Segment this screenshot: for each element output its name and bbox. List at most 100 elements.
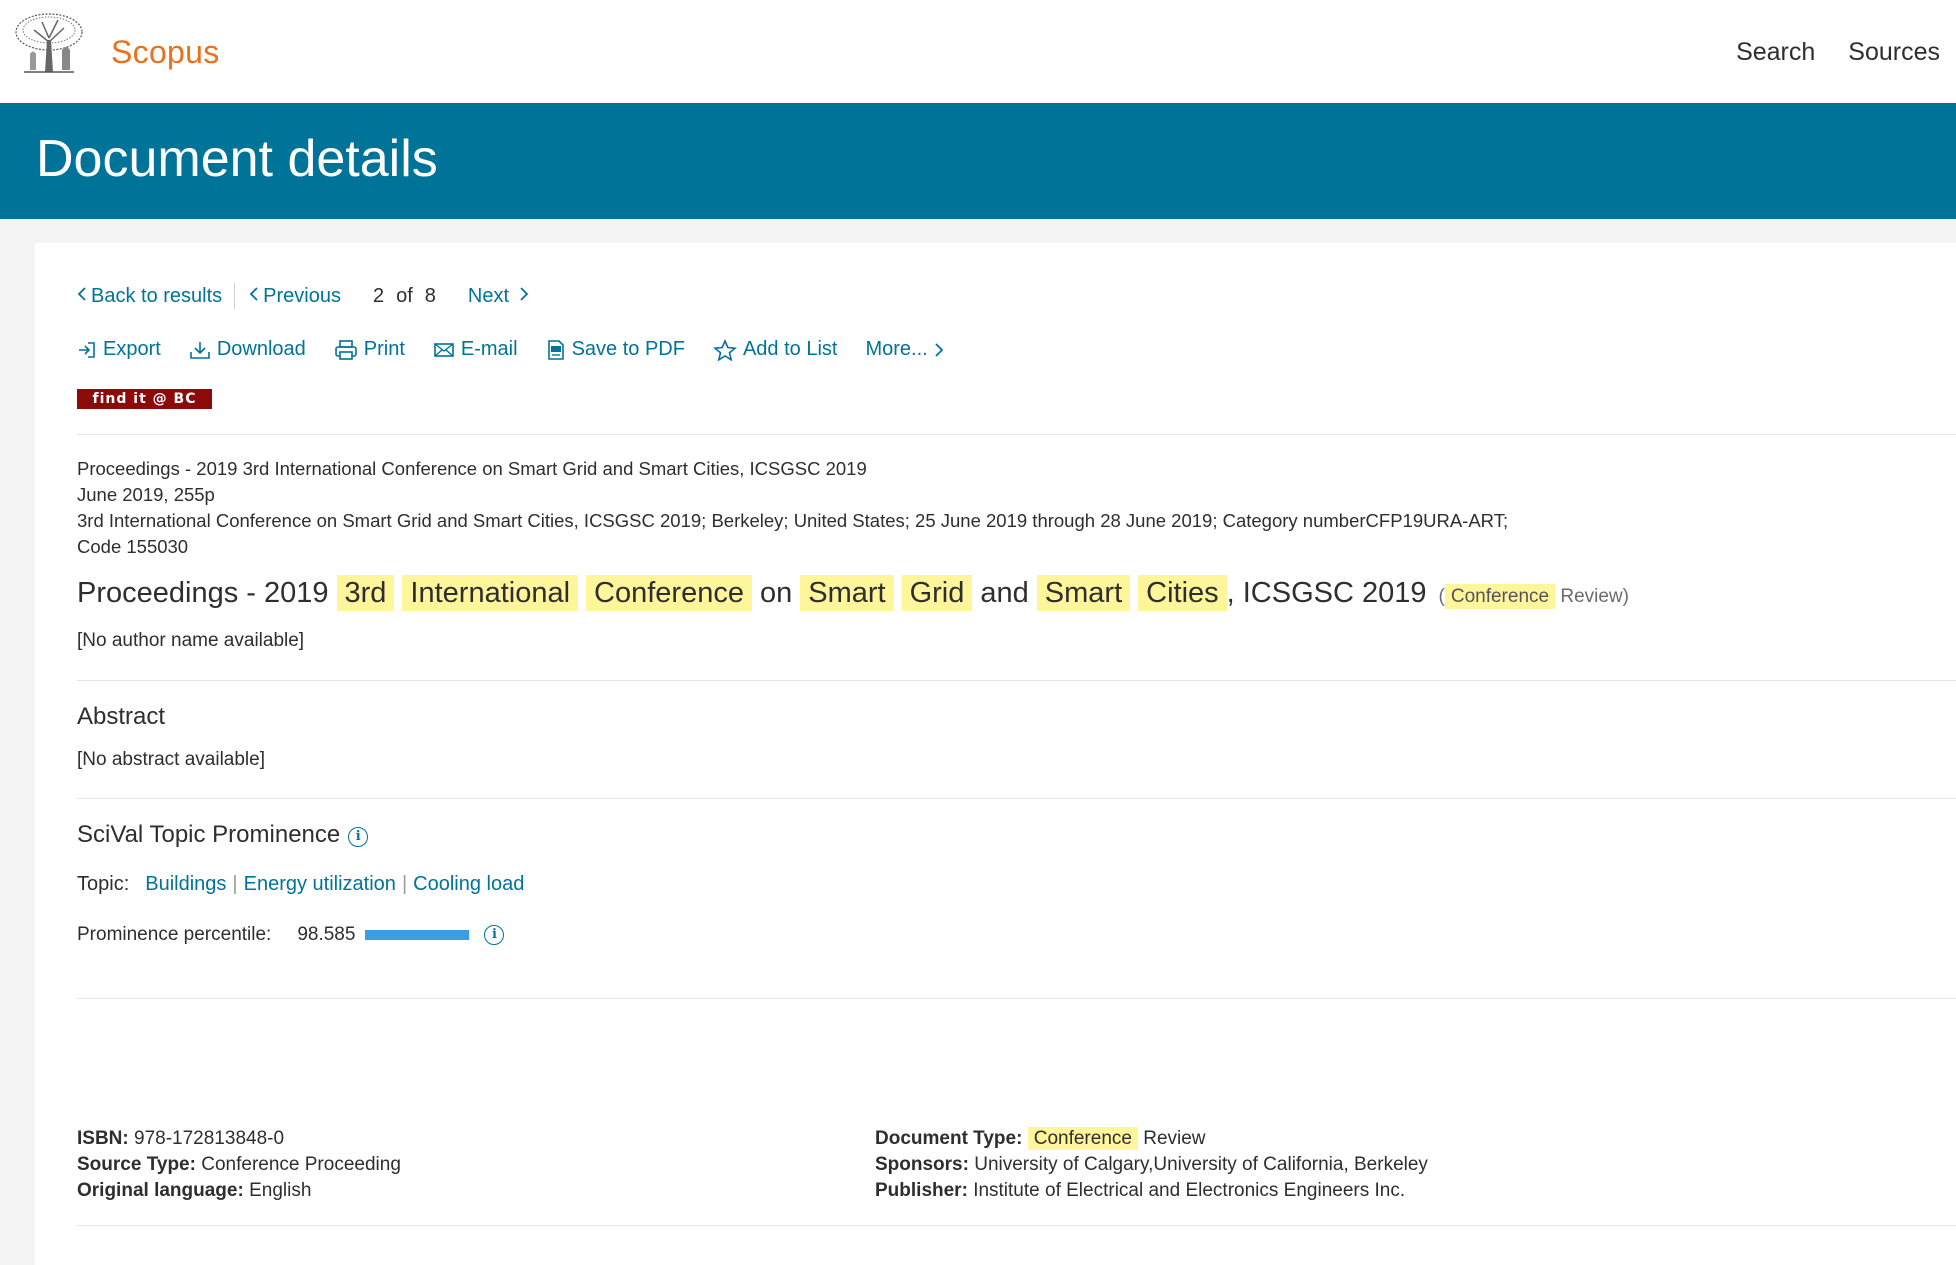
nav-sources[interactable]: Sources bbox=[1848, 38, 1940, 67]
elsevier-tree-logo[interactable] bbox=[12, 10, 86, 76]
divider bbox=[77, 998, 1956, 999]
info-icon[interactable]: i bbox=[484, 925, 505, 945]
email-label: E-mail bbox=[460, 338, 518, 360]
prominence-bar bbox=[365, 930, 471, 940]
print-button[interactable]: Print bbox=[334, 338, 405, 361]
divider bbox=[77, 434, 1956, 435]
title-word: on bbox=[759, 577, 793, 609]
topic-link[interactable]: Buildings bbox=[145, 873, 226, 896]
title-word: , ICSGSC 2019 bbox=[1226, 577, 1427, 609]
chevron-left-icon bbox=[77, 286, 86, 301]
scival-heading-label: SciVal Topic Prominence bbox=[77, 821, 341, 848]
download-button[interactable]: Download bbox=[189, 338, 306, 361]
topic-link[interactable]: Cooling load bbox=[413, 873, 524, 896]
language-value: English bbox=[249, 1180, 312, 1201]
total-count: 8 bbox=[424, 284, 436, 307]
print-label: Print bbox=[363, 338, 405, 360]
source-date-pages: June 2019, 255p bbox=[77, 484, 215, 505]
topic-separator: | bbox=[401, 873, 408, 895]
findit-button[interactable]: find it @ BC bbox=[77, 389, 212, 409]
page-title: Document details bbox=[36, 130, 438, 188]
topic-label: Topic: bbox=[77, 873, 130, 895]
info-icon[interactable]: i bbox=[348, 827, 369, 847]
result-counter: 2 of 8 bbox=[367, 285, 442, 308]
doctype-rest: Review) bbox=[1560, 586, 1629, 607]
page-banner: Document details bbox=[0, 103, 1956, 219]
author-list: [No author name available] bbox=[77, 630, 305, 651]
scival-heading: SciVal Topic Prominence i bbox=[77, 821, 369, 849]
details-left: ISBN: 978-172813848-0 Source Type: Confe… bbox=[77, 1126, 401, 1204]
save-to-pdf-button[interactable]: Save to PDF bbox=[546, 338, 685, 361]
source-title: Proceedings - 2019 3rd International Con… bbox=[77, 458, 867, 479]
divider bbox=[77, 680, 1956, 681]
title-document-type: (Conference Review) bbox=[1438, 584, 1629, 609]
title-word-highlighted: Smart bbox=[1036, 575, 1131, 611]
document-type-row: Document Type: Conference Review bbox=[875, 1126, 1428, 1152]
document-title: Proceedings - 2019 3rd International Confer… bbox=[77, 575, 1629, 611]
export-button[interactable]: Export bbox=[77, 338, 161, 361]
results-navigation: Back to results Previous 2 of 8 Next bbox=[77, 283, 529, 309]
document-type-highlighted: Conference bbox=[1027, 1127, 1138, 1150]
add-to-list-label: Add to List bbox=[742, 338, 838, 360]
nav-divider bbox=[234, 283, 236, 309]
top-nav: Search Sources bbox=[1736, 38, 1956, 67]
document-toolbar: Export Download Print E-mail Save to PDF… bbox=[77, 338, 978, 361]
title-word-highlighted: Conference bbox=[586, 575, 752, 611]
previous-label: Previous bbox=[263, 284, 341, 307]
more-button[interactable]: More... bbox=[865, 338, 949, 361]
export-icon bbox=[79, 341, 95, 358]
title-word-highlighted: Smart bbox=[800, 575, 894, 611]
source-type-label: Source Type: bbox=[77, 1154, 196, 1175]
source-metadata: Proceedings - 2019 3rd International Con… bbox=[77, 456, 1508, 560]
doctype-open: ( bbox=[1438, 586, 1445, 607]
scopus-brand[interactable]: Scopus bbox=[111, 34, 220, 71]
nav-search[interactable]: Search bbox=[1736, 38, 1815, 67]
topic-link[interactable]: Energy utilization bbox=[244, 873, 396, 896]
title-word-highlighted: Grid bbox=[901, 575, 973, 611]
back-to-results-label: Back to results bbox=[91, 284, 223, 307]
print-icon bbox=[334, 339, 357, 360]
download-icon bbox=[190, 341, 210, 359]
next-label: Next bbox=[467, 284, 510, 307]
prominence-row: Prominence percentile: 98.585 i bbox=[77, 924, 505, 946]
export-label: Export bbox=[103, 338, 161, 360]
abstract-heading: Abstract bbox=[77, 703, 166, 730]
divider bbox=[77, 798, 1956, 799]
download-label: Download bbox=[216, 338, 306, 360]
back-to-results-link[interactable]: Back to results bbox=[77, 285, 222, 308]
title-word-highlighted: 3rd bbox=[336, 575, 395, 611]
document-card: Back to results Previous 2 of 8 Next Expor… bbox=[35, 243, 1956, 1265]
prominence-bar-fill bbox=[365, 930, 469, 940]
sponsors-row: Sponsors: University of Calgary,Universi… bbox=[875, 1152, 1428, 1178]
email-button[interactable]: E-mail bbox=[433, 338, 518, 361]
isbn-label: ISBN: bbox=[77, 1128, 129, 1149]
isbn-value: 978-172813848-0 bbox=[134, 1128, 285, 1149]
current-index: 2 bbox=[372, 284, 385, 307]
details-right: Document Type: Conference Review Sponsor… bbox=[875, 1126, 1428, 1204]
publisher-row: Publisher: Institute of Electrical and E… bbox=[875, 1178, 1428, 1204]
next-link[interactable]: Next bbox=[468, 285, 529, 308]
more-label: More... bbox=[865, 338, 928, 360]
language-row: Original language: English bbox=[77, 1178, 401, 1204]
previous-link[interactable]: Previous bbox=[249, 285, 341, 308]
divider bbox=[77, 1225, 1956, 1226]
publisher-value: Institute of Electrical and Electronics … bbox=[973, 1180, 1406, 1201]
isbn-row: ISBN: 978-172813848-0 bbox=[77, 1126, 401, 1152]
conference-code: Code 155030 bbox=[77, 536, 189, 557]
chevron-left-icon bbox=[249, 286, 258, 301]
prominence-label: Prominence percentile: bbox=[77, 924, 272, 945]
topic-row: Topic: Buildings | Energy utilization | … bbox=[77, 873, 524, 896]
language-label: Original language: bbox=[77, 1180, 244, 1201]
title-word: Proceedings - 2019 bbox=[77, 577, 329, 609]
document-type-rest: Review bbox=[1143, 1128, 1206, 1149]
chevron-right-icon bbox=[935, 342, 943, 357]
add-to-list-button[interactable]: Add to List bbox=[712, 338, 838, 361]
prominence-value: 98.585 bbox=[297, 924, 356, 945]
sponsors-label: Sponsors: bbox=[875, 1154, 969, 1175]
sponsors-value: University of Calgary,University of Cali… bbox=[974, 1154, 1428, 1175]
top-bar: Scopus Search Sources bbox=[0, 0, 1956, 103]
title-word-highlighted: Cities bbox=[1138, 575, 1227, 611]
title-word: and bbox=[980, 577, 1029, 609]
chevron-right-icon bbox=[519, 286, 528, 301]
title-word-highlighted: International bbox=[402, 575, 579, 611]
